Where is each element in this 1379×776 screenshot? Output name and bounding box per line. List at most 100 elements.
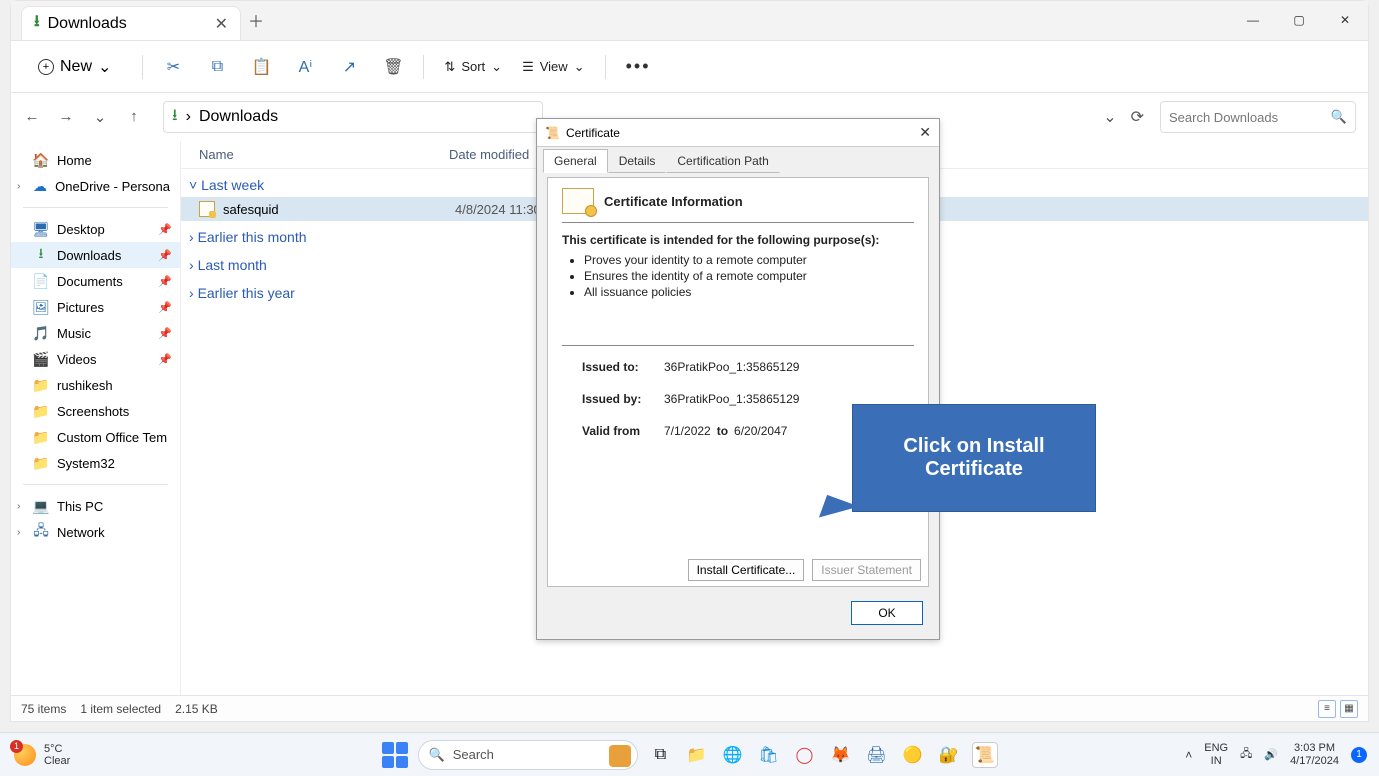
tray-overflow-icon[interactable]: ˄ — [1185, 748, 1192, 762]
lang-line1: ENG — [1204, 742, 1228, 755]
more-button[interactable]: ••• — [626, 56, 651, 77]
search-box[interactable]: Search Downloads 🔍 — [1160, 101, 1356, 133]
weather-badge: 1 — [10, 740, 23, 753]
rename-icon[interactable]: Aⁱ — [295, 57, 315, 77]
notification-badge[interactable]: 1 — [1351, 747, 1367, 763]
close-tab-icon[interactable]: ✕ — [215, 14, 228, 34]
volume-icon[interactable]: 🔊 — [1264, 748, 1278, 761]
store-icon[interactable]: 🛍 — [756, 742, 782, 768]
expand-icon[interactable]: › — [17, 527, 20, 538]
folder-icon: 📁 — [33, 429, 49, 445]
sidebar-label: This PC — [57, 499, 103, 514]
valid-from-label: Valid from — [582, 424, 658, 438]
sidebar-downloads[interactable]: ⭳Downloads📌 — [11, 242, 180, 268]
col-name[interactable]: Name — [199, 147, 449, 162]
taskbar-search[interactable]: 🔍 Search — [418, 740, 638, 770]
sidebar-folder[interactable]: 📁Custom Office Tem — [11, 424, 180, 450]
clock[interactable]: 3:03 PM 4/17/2024 — [1290, 742, 1339, 767]
tab-details[interactable]: Details — [608, 149, 667, 173]
address-bar[interactable]: ⭳ › Downloads — [163, 101, 543, 133]
breadcrumb-sep: › — [186, 108, 191, 126]
close-dialog-button[interactable]: ✕ — [919, 124, 931, 141]
network-icon[interactable]: 🖧 — [1240, 745, 1252, 764]
weather-cond: Clear — [44, 755, 70, 767]
copy-icon[interactable]: ⧉ — [207, 57, 227, 77]
sidebar-desktop[interactable]: 🖥Desktop📌 — [11, 216, 180, 242]
sidebar: 🏠 Home › ☁ OneDrive - Persona 🖥Desktop📌 … — [11, 141, 181, 695]
valid-from-value: 7/1/2022 — [664, 424, 711, 438]
view-button[interactable]: ☰ View ⌄ — [522, 59, 585, 75]
search-placeholder: Search Downloads — [1169, 110, 1278, 125]
certificate-icon: 📜 — [545, 126, 560, 140]
cert-purposes: Proves your identity to a remote compute… — [562, 253, 914, 299]
app-icon[interactable]: 🖨 — [864, 742, 890, 768]
purpose-item: All issuance policies — [584, 285, 914, 299]
edge-icon[interactable]: 🌐 — [720, 742, 746, 768]
sidebar-label: Music — [57, 326, 91, 341]
delete-icon[interactable]: 🗑 — [383, 57, 403, 77]
sidebar-this-pc[interactable]: › 💻 This PC — [11, 493, 180, 519]
edit-group: ✂ ⧉ 📋 Aⁱ ↗ 🗑 — [163, 57, 403, 77]
certificate-taskbar-icon[interactable]: 📜 — [972, 742, 998, 768]
dialog-titlebar[interactable]: 📜 Certificate ✕ — [537, 119, 939, 147]
sidebar-network[interactable]: ›🖧Network — [11, 519, 180, 545]
pc-icon: 💻 — [33, 498, 49, 514]
taskview-icon[interactable]: ⧉ — [648, 742, 674, 768]
expand-icon[interactable]: › — [17, 181, 20, 192]
start-button[interactable] — [382, 742, 408, 768]
sidebar-documents[interactable]: 📄Documents📌 — [11, 268, 180, 294]
firefox-icon[interactable]: 🦊 — [828, 742, 854, 768]
sidebar-onedrive[interactable]: › ☁ OneDrive - Persona — [11, 173, 180, 199]
up-button[interactable]: ↑ — [125, 108, 143, 126]
chevron-down-icon: ⌄ — [491, 59, 502, 75]
expand-icon[interactable]: › — [17, 501, 20, 512]
add-tab-button[interactable]: ＋ — [241, 8, 271, 40]
sidebar-folder[interactable]: 📁rushikesh — [11, 372, 180, 398]
close-window-button[interactable]: ✕ — [1322, 0, 1368, 40]
new-button[interactable]: + New ⌄ — [27, 52, 122, 82]
history-chevron-icon[interactable]: ⌄ — [1103, 107, 1116, 127]
videos-icon: 🎬 — [33, 351, 49, 367]
status-count: 75 items — [21, 702, 66, 716]
maximize-button[interactable]: ▢ — [1276, 0, 1322, 40]
thumbnails-view-button[interactable]: ▦ — [1340, 700, 1358, 718]
issued-to-label: Issued to: — [582, 360, 658, 374]
explorer-taskbar-icon[interactable]: 📁 — [684, 742, 710, 768]
sidebar-pictures[interactable]: 🖼Pictures📌 — [11, 294, 180, 320]
sidebar-folder[interactable]: 📁System32 — [11, 450, 180, 476]
instruction-callout: Click on Install Certificate — [852, 404, 1096, 512]
breadcrumb[interactable]: Downloads — [199, 108, 278, 126]
tab-general[interactable]: General — [543, 149, 608, 173]
new-label: New — [60, 58, 92, 76]
forward-button[interactable]: → — [57, 108, 75, 126]
chrome-icon[interactable]: 🟡 — [900, 742, 926, 768]
app-icon[interactable]: 🔐 — [936, 742, 962, 768]
minimize-button[interactable]: — — [1230, 0, 1276, 40]
cut-icon[interactable]: ✂ — [163, 57, 183, 77]
details-view-button[interactable]: ≡ — [1318, 700, 1336, 718]
tab-downloads[interactable]: ⭳ Downloads ✕ — [21, 6, 241, 40]
sidebar-videos[interactable]: 🎬Videos📌 — [11, 346, 180, 372]
back-button[interactable]: ← — [23, 108, 41, 126]
file-name: safesquid — [223, 202, 455, 217]
separator — [605, 55, 606, 79]
opera-icon[interactable]: ◯ — [792, 742, 818, 768]
ok-button[interactable]: OK — [851, 601, 923, 625]
status-bar: 75 items 1 item selected 2.15 KB ≡ ▦ — [11, 695, 1368, 721]
weather-widget[interactable]: 1 5°C Clear — [0, 743, 70, 767]
certificate-image-icon — [562, 188, 594, 214]
install-certificate-button[interactable]: Install Certificate... — [688, 559, 805, 581]
recent-button[interactable]: ⌄ — [91, 108, 109, 126]
paste-icon[interactable]: 📋 — [251, 57, 271, 77]
tab-certification-path[interactable]: Certification Path — [666, 149, 779, 173]
language-indicator[interactable]: ENG IN — [1204, 742, 1228, 767]
share-icon[interactable]: ↗ — [339, 57, 359, 77]
sidebar-home[interactable]: 🏠 Home — [11, 147, 180, 173]
sort-button[interactable]: ⇅ Sort ⌄ — [444, 59, 502, 75]
sidebar-folder[interactable]: 📁Screenshots — [11, 398, 180, 424]
download-icon: ⭳ — [172, 104, 178, 131]
refresh-icon[interactable]: ⟳ — [1131, 107, 1144, 127]
sidebar-music[interactable]: 🎵Music📌 — [11, 320, 180, 346]
sidebar-label: System32 — [57, 456, 115, 471]
valid-to-value: 6/20/2047 — [734, 424, 787, 438]
